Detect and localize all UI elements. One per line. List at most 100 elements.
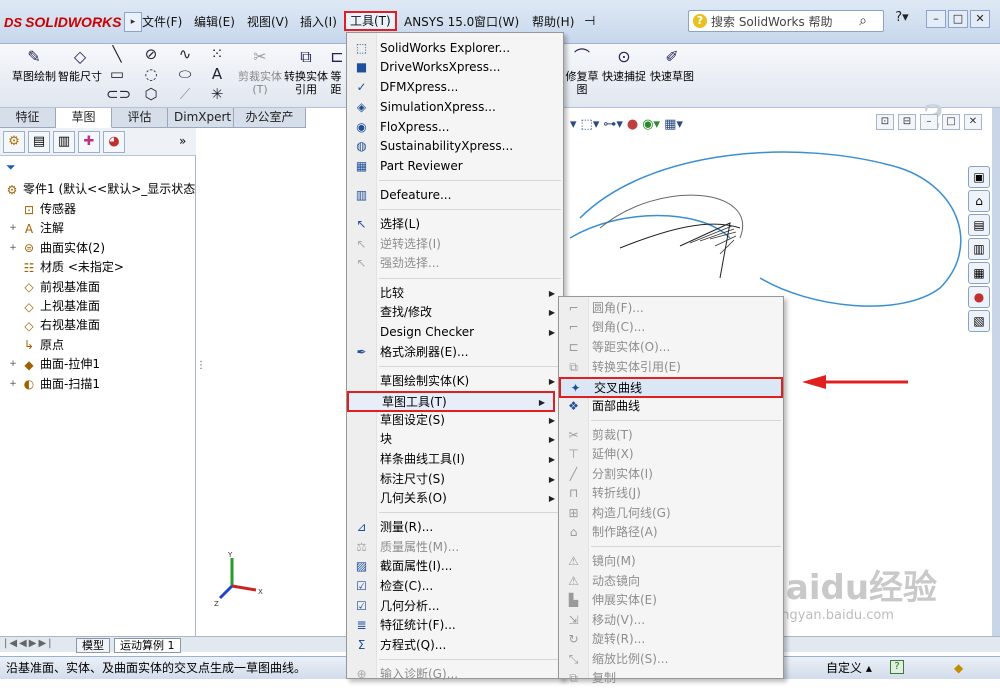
menu-item[interactable]: 几何关系(O) ▶ (347, 489, 563, 508)
menu-item[interactable]: ↖ 选择(L) (347, 215, 563, 234)
menu-item[interactable]: 查找/修改 ▶ (347, 303, 563, 322)
menu-item[interactable]: 样条曲线工具(I) ▶ (347, 450, 563, 469)
menu-item[interactable]: ▦ Part Reviewer (347, 157, 563, 176)
tree-item[interactable]: ◇ 右视基准面 (8, 316, 100, 335)
trim-button[interactable]: ✂ 剪裁实体(T) (236, 44, 284, 108)
tree-item[interactable]: ⊡ 传感器 (8, 200, 76, 219)
appearances-icon[interactable]: ● (968, 286, 990, 308)
menu-item[interactable]: ↖ 逆转选择(I) (347, 235, 563, 254)
tree-item[interactable]: ↳ 原点 (8, 336, 64, 355)
viewport-minimize-icon[interactable]: – (920, 114, 938, 130)
submenu-item[interactable]: ⊞ 构造几何线(G) (559, 504, 783, 523)
solidworks-logo[interactable]: DS SOLIDWORKS (4, 10, 122, 34)
pin-icon[interactable]: ⊣ (584, 12, 595, 32)
view-palette-icon[interactable]: ▦ (968, 262, 990, 284)
arc-icon[interactable]: ◌ (140, 64, 162, 84)
submenu-item[interactable]: ⚠ 动态镜向 (559, 572, 783, 591)
menu-item[interactable]: ⊕ 输入诊断(G)... (347, 665, 563, 684)
units-selector[interactable]: 自定义 ▴ (826, 657, 872, 679)
point-grid-icon[interactable]: ⁙ (206, 44, 228, 64)
viewport-close-icon[interactable]: ✕ (964, 114, 982, 130)
search-icon[interactable]: ⌕ (859, 13, 867, 29)
filter-icon[interactable]: ⏷ (6, 160, 20, 174)
sketch-button[interactable]: ✎ 草图绘制 (10, 44, 58, 108)
menu-item[interactable]: ■ DriveWorksXpress... (347, 58, 563, 77)
tag-icon[interactable]: ◆ (954, 657, 963, 679)
menu-insert[interactable]: 插入(I) (300, 12, 337, 32)
scene-icon[interactable]: ◉▾ (642, 117, 660, 132)
submenu-item[interactable]: ⌐ 倒角(C)... (559, 318, 783, 337)
polygon-icon[interactable]: ⬡ (140, 84, 162, 104)
submenu-item[interactable]: ╱ 分割实体(I) (559, 465, 783, 484)
submenu-item[interactable]: ⌂ 制作路径(A) (559, 523, 783, 542)
menu-edit[interactable]: 编辑(E) (194, 12, 235, 32)
tree-item[interactable]: ☷ 材质 <未指定> (8, 258, 124, 277)
menu-item[interactable]: ☑ 检查(C)... (347, 577, 563, 596)
tree-item[interactable]: + ◐ 曲面-扫描1 (8, 375, 100, 394)
logo-menu-arrow-icon[interactable]: ▸ (124, 12, 142, 32)
help-dropdown-icon[interactable]: ?▾ (892, 10, 912, 28)
help-status-icon[interactable]: ? (890, 660, 904, 674)
expand-panel-icon[interactable]: » (179, 131, 193, 152)
tab-motion-study[interactable]: 运动算例 1 (114, 638, 181, 653)
file-explorer-icon[interactable]: ▥ (968, 238, 990, 260)
menu-item[interactable]: ⬚ SolidWorks Explorer... (347, 39, 563, 58)
restore-icon[interactable]: □ (948, 10, 968, 28)
menu-item[interactable]: 标注尺寸(S) ▶ (347, 470, 563, 489)
submenu-item[interactable]: ↻ 旋转(R)... (559, 630, 783, 649)
submenu-item[interactable]: ⇲ 移动(V)... (559, 611, 783, 630)
menu-item[interactable]: ✒ 格式涂刷器(E)... (347, 343, 563, 362)
tab-scroll-arrows-icon[interactable]: |◀◀▶▶| (4, 638, 54, 649)
resources-icon[interactable]: ▣ (968, 166, 990, 188)
slot-icon[interactable]: ⊂⊃ (106, 84, 131, 104)
menu-item-intersection-curve[interactable]: ✦ 交叉曲线 (559, 377, 783, 398)
centerline-icon[interactable]: ⟋ (174, 84, 196, 104)
menu-file[interactable]: 文件(F) (142, 12, 182, 32)
viewport-1-icon[interactable]: ⊡ (876, 114, 894, 130)
home-icon[interactable]: ⌂ (968, 190, 990, 212)
menu-help[interactable]: 帮助(H) (532, 12, 574, 32)
menu-item[interactable]: ⚖ 质量属性(M)... (347, 538, 563, 557)
tab-sketch[interactable]: 草图 (56, 108, 112, 128)
menu-item[interactable]: 比较 ▶ (347, 284, 563, 303)
menu-item[interactable]: 草图绘制实体(K) ▶ (347, 372, 563, 391)
tab-dimxpert[interactable]: DimXpert (168, 108, 234, 128)
tree-item[interactable]: ◇ 前视基准面 (8, 278, 100, 297)
expand-toggle-icon[interactable]: + (8, 239, 18, 258)
menu-item[interactable]: Design Checker ▶ (347, 323, 563, 342)
tab-features[interactable]: 特征 (0, 108, 56, 128)
submenu-item[interactable]: ⌐ 圆角(F)... (559, 299, 783, 318)
menu-item[interactable]: Σ 方程式(Q)... (347, 636, 563, 655)
custom-properties-icon[interactable]: ▧ (968, 310, 990, 332)
menu-item[interactable]: ▨ 截面属性(I)... (347, 557, 563, 576)
menu-view[interactable]: 视图(V) (247, 12, 289, 32)
submenu-item[interactable]: ⊏ 等距实体(O)... (559, 338, 783, 357)
menu-window[interactable]: 窗口(W) (474, 12, 519, 32)
quick-snap-button[interactable]: ⊙ 快速捕捉 (600, 44, 648, 108)
tree-item[interactable]: + ◆ 曲面-拉伸1 (8, 355, 100, 374)
rectangle-icon[interactable]: ▭ (106, 64, 128, 84)
submenu-item[interactable]: ⚠ 镜向(M) (559, 552, 783, 571)
submenu-item[interactable]: ⊤ 延伸(X) (559, 445, 783, 464)
close-icon[interactable]: ✕ (970, 10, 990, 28)
menu-item-sketch-tools[interactable]: 草图工具(T) ▶ (347, 391, 555, 412)
menu-item[interactable]: ≣ 特征统计(F)... (347, 616, 563, 635)
minimize-icon[interactable]: – (926, 10, 946, 28)
property-manager-icon[interactable]: ▤ (28, 131, 50, 153)
search-input[interactable]: ? 搜索 SolidWorks 帮助 ⌕ (688, 10, 884, 32)
tree-item[interactable]: + ⊜ 曲面实体(2) (8, 239, 105, 258)
menu-item[interactable]: ⊿ 测量(R)... (347, 518, 563, 537)
menu-item[interactable]: ◈ SimulationXpress... (347, 98, 563, 117)
convert-entities-button[interactable]: ⧉ 转换实体引用 (282, 44, 330, 108)
ellipse-icon[interactable]: ⬭ (174, 64, 196, 84)
submenu-item[interactable]: ⊓ 转折线(J) (559, 484, 783, 503)
menu-item[interactable]: 草图设定(S) ▶ (347, 411, 563, 430)
spline-icon[interactable]: ∿ (174, 44, 196, 64)
view-settings-icon[interactable]: ▦▾ (664, 117, 683, 132)
menu-item[interactable]: ✓ DFMXpress... (347, 78, 563, 97)
expand-toggle-icon[interactable]: + (8, 355, 18, 374)
viewport-restore-icon[interactable]: □ (942, 114, 960, 130)
display-manager-icon[interactable]: ◕ (103, 131, 125, 153)
menu-item[interactable]: ☑ 几何分析... (347, 597, 563, 616)
menu-ansys[interactable]: ANSYS 15.0 (404, 12, 474, 32)
